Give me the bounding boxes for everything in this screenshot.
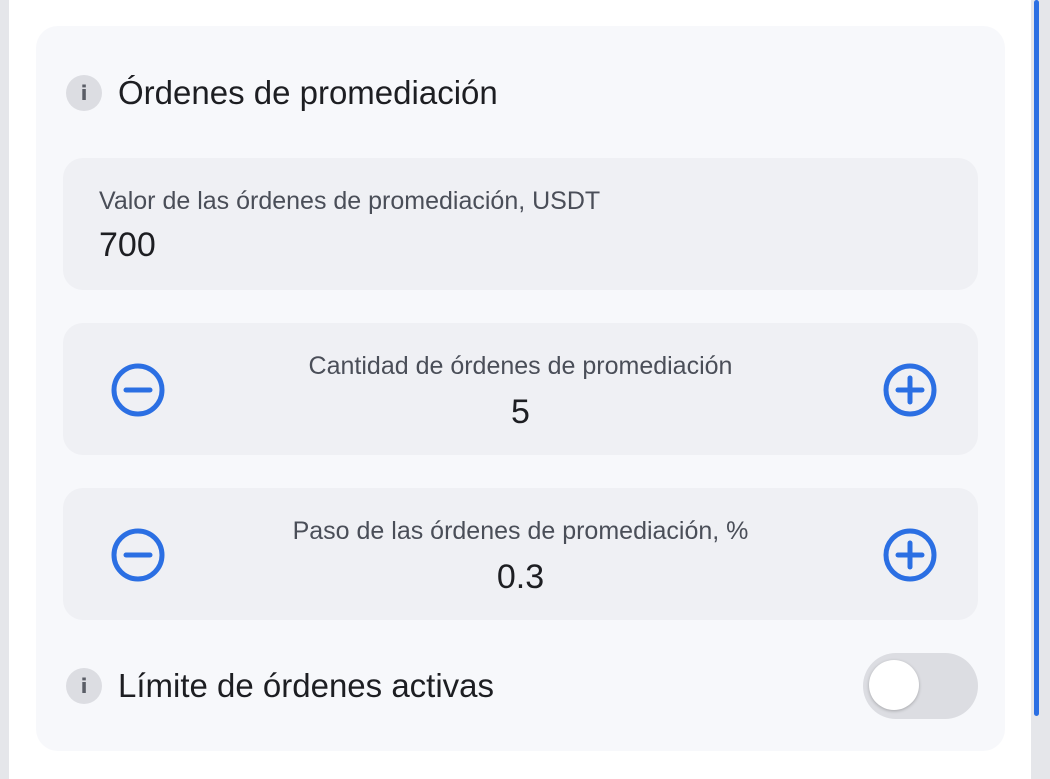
averaging-count-value[interactable]: 5: [63, 393, 978, 432]
averaging-step-increment-button[interactable]: [882, 527, 938, 583]
averaging-count-label: Cantidad de órdenes de promediación: [308, 352, 733, 380]
active-orders-limit-row: i Límite de órdenes activas: [66, 666, 494, 706]
averaging-step-value[interactable]: 0.3: [63, 558, 978, 597]
averaging-value-input[interactable]: [99, 226, 599, 265]
scrollbar-thumb[interactable]: [1034, 0, 1039, 716]
page-left-edge: [0, 0, 9, 779]
averaging-value-label: Valor de las órdenes de promediación, US…: [99, 187, 601, 215]
active-orders-limit-toggle[interactable]: [863, 653, 978, 719]
section-title: Órdenes de promediación: [118, 74, 498, 111]
plus-circle-icon: [883, 528, 937, 582]
averaging-step-label: Paso de las órdenes de promediación, %: [292, 517, 749, 545]
averaging-count-increment-button[interactable]: [882, 362, 938, 418]
averaging-count-stepper: Cantidad de órdenes de promediación 5: [63, 323, 978, 455]
active-orders-limit-label: Límite de órdenes activas: [118, 667, 495, 704]
toggle-knob: [869, 660, 919, 710]
info-icon[interactable]: i: [66, 75, 102, 111]
averaging-value-field[interactable]: Valor de las órdenes de promediación, US…: [63, 158, 978, 290]
plus-circle-icon: [883, 363, 937, 417]
info-icon[interactable]: i: [66, 668, 102, 704]
averaging-step-stepper: Paso de las órdenes de promediación, % 0…: [63, 488, 978, 620]
averaging-section-header: i Órdenes de promediación: [66, 73, 498, 113]
